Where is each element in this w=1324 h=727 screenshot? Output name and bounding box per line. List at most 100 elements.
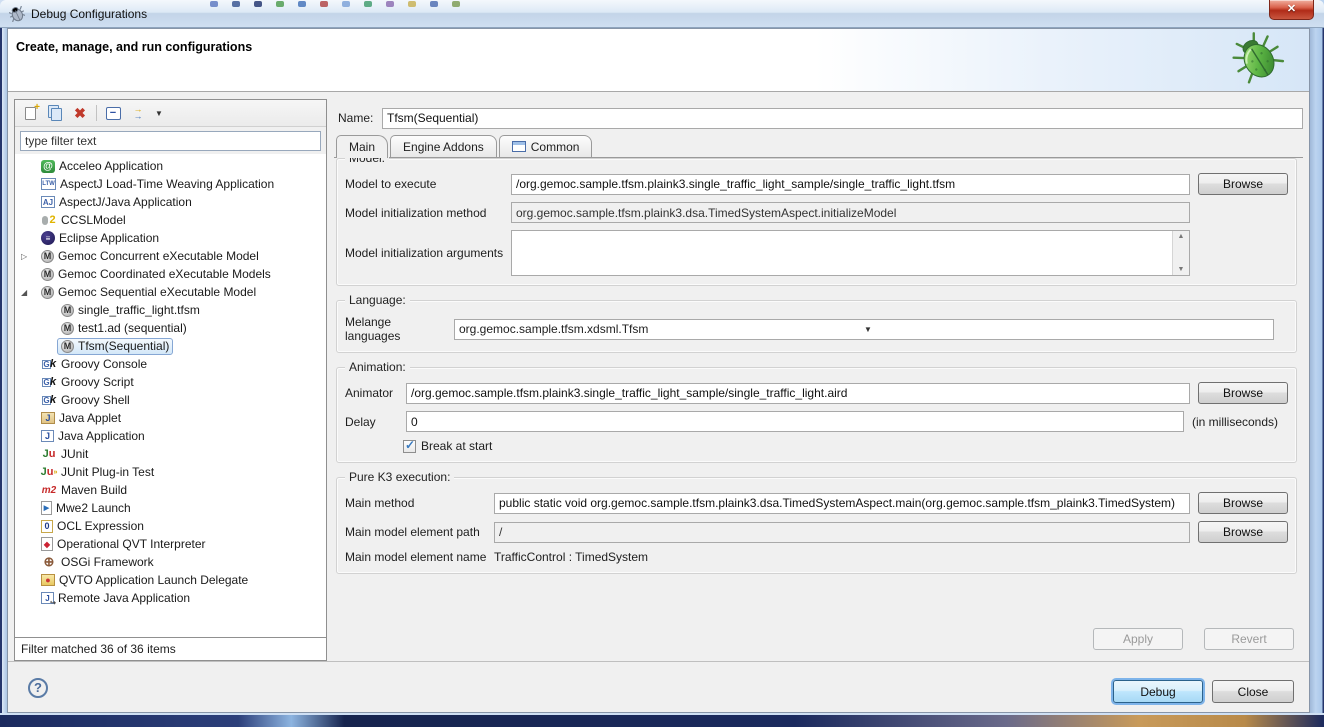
- config-name-input[interactable]: [382, 108, 1303, 129]
- tab-engine-addons[interactable]: Engine Addons: [390, 135, 497, 157]
- help-icon[interactable]: [28, 678, 48, 698]
- main-model-element-name-value: TrafficControl : TimedSystem: [494, 550, 648, 564]
- tree-item[interactable]: Ju»JUnit Plug-in Test: [15, 463, 326, 481]
- tree-item[interactable]: MGemoc Coordinated eXecutable Models: [15, 265, 326, 283]
- tab-common[interactable]: Common: [499, 135, 593, 157]
- tree-item-label: Groovy Shell: [61, 393, 130, 407]
- main-model-element-path-label: Main model element path: [345, 525, 488, 539]
- tree-item-label: Remote Java Application: [58, 591, 190, 605]
- tree-item[interactable]: JJava Applet: [15, 409, 326, 427]
- tree-item[interactable]: Mtest1.ad (sequential): [15, 319, 326, 337]
- tree-item[interactable]: GkGroovy Shell: [15, 391, 326, 409]
- main-method-input[interactable]: [494, 493, 1190, 514]
- qvt-interpreter-icon: ◆: [41, 537, 53, 551]
- debug-bug-image: [1229, 31, 1287, 87]
- ocl-icon: 0: [41, 520, 53, 533]
- revert-button[interactable]: Revert: [1204, 628, 1294, 650]
- tree-item[interactable]: Gk Groovy Script: [15, 373, 326, 391]
- close-button[interactable]: Close: [1212, 680, 1294, 703]
- tree-item[interactable]: 2CCSLModel: [15, 211, 326, 229]
- aspectj-ltw-icon: LTW: [41, 178, 56, 190]
- remote-java-icon: J↪: [41, 592, 54, 604]
- melange-languages-value: org.gemoc.sample.tfsm.xdsml.Tfsm: [459, 322, 864, 336]
- animation-group: Animation: Animator Browse Delay (in mil…: [336, 367, 1297, 463]
- filter-status: Filter matched 36 of 36 items: [15, 637, 326, 660]
- tree-item[interactable]: m2Maven Build: [15, 481, 326, 499]
- tree-item[interactable]: ▶Mwe2 Launch: [15, 499, 326, 517]
- init-args-textarea[interactable]: [511, 230, 1190, 276]
- tree-item-label: Java Application: [58, 429, 145, 443]
- expanded-expander-icon[interactable]: ◢: [21, 288, 37, 297]
- delete-icon[interactable]: [71, 104, 89, 122]
- tree-item[interactable]: GkGroovy Console: [15, 355, 326, 373]
- animator-input[interactable]: [406, 383, 1190, 404]
- filter-dropdown-icon[interactable]: [154, 104, 164, 122]
- tree-item[interactable]: ◢MGemoc Sequential eXecutable Model: [15, 283, 326, 301]
- break-at-start-checkbox[interactable]: [403, 440, 416, 453]
- browse-element-path-button[interactable]: Browse: [1198, 521, 1288, 543]
- tree-item[interactable]: Msingle_traffic_light.tfsm: [15, 301, 326, 319]
- combo-dropdown-icon: [864, 325, 1269, 334]
- delay-input[interactable]: [406, 411, 1184, 432]
- pure-k3-group-title: Pure K3 execution:: [345, 470, 454, 484]
- tab-main[interactable]: Main: [336, 135, 388, 158]
- tree-item-label: single_traffic_light.tfsm: [78, 303, 200, 317]
- groovy-icon: Gk: [41, 375, 57, 390]
- debug-button[interactable]: Debug: [1113, 680, 1203, 703]
- tree-item-label: test1.ad (sequential): [78, 321, 187, 335]
- collapse-all-icon[interactable]: [104, 104, 122, 122]
- common-table-icon: [512, 141, 526, 152]
- tab-bar: Main Engine Addons Common: [334, 135, 1303, 158]
- tree-item[interactable]: AJAspectJ/Java Application: [15, 193, 326, 211]
- tree-item-label: CCSLModel: [61, 213, 126, 227]
- tree-item-label: AspectJ Load-Time Weaving Application: [60, 177, 274, 191]
- type-filter-input[interactable]: [20, 131, 321, 151]
- tree-item[interactable]: ●QVTO Application Launch Delegate: [15, 571, 326, 589]
- dialog-bug-icon: [9, 6, 25, 22]
- textarea-scrollbar[interactable]: [1172, 231, 1189, 275]
- toolbar-separator: [96, 105, 97, 121]
- language-group-title: Language:: [345, 293, 410, 307]
- browse-main-method-button[interactable]: Browse: [1198, 492, 1288, 514]
- close-window-button[interactable]: [1269, 0, 1314, 20]
- tree-item[interactable]: ▷MGemoc Concurrent eXecutable Model: [15, 247, 326, 265]
- main-tab-content: Model: Model to execute Browse Model ini…: [336, 158, 1297, 619]
- filter-launch-configurations-icon[interactable]: [129, 104, 147, 122]
- background-app-icons: [210, 1, 910, 8]
- tree-item[interactable]: @Acceleo Application: [15, 157, 326, 175]
- animator-label: Animator: [345, 386, 400, 400]
- tree-item-label: Java Applet: [59, 411, 121, 425]
- tree-item-label: Eclipse Application: [59, 231, 159, 245]
- tree-item[interactable]: JJava Application: [15, 427, 326, 445]
- init-args-label: Model initialization arguments: [345, 246, 505, 260]
- tree-item[interactable]: ◆Operational QVT Interpreter: [15, 535, 326, 553]
- tab-engine-addons-label: Engine Addons: [403, 140, 484, 154]
- launch-config-sidebar: @Acceleo Application LTW AspectJ Load-Time…: [14, 99, 327, 661]
- name-label: Name:: [338, 111, 382, 125]
- model-to-execute-input[interactable]: [511, 174, 1190, 195]
- duplicate-icon[interactable]: [46, 104, 64, 122]
- apply-button[interactable]: Apply: [1093, 628, 1183, 650]
- gemoc-model-icon: M: [41, 250, 54, 263]
- tree-item-label: OCL Expression: [57, 519, 144, 533]
- tree-item-label: QVTO Application Launch Delegate: [59, 573, 248, 587]
- tree-item[interactable]: JuJUnit: [15, 445, 326, 463]
- tree-item[interactable]: MTfsm(Sequential): [15, 337, 326, 355]
- new-launch-configuration-icon[interactable]: [21, 104, 39, 122]
- tree-item[interactable]: LTW AspectJ Load-Time Weaving Application: [15, 175, 326, 193]
- browse-model-button[interactable]: Browse: [1198, 173, 1288, 195]
- melange-languages-combobox[interactable]: org.gemoc.sample.tfsm.xdsml.Tfsm: [454, 319, 1274, 340]
- maven-icon: m2: [41, 483, 57, 498]
- pure-k3-group: Pure K3 execution: Main method Browse Ma…: [336, 477, 1297, 574]
- dialog-footer: Debug Close: [8, 661, 1309, 712]
- tree-item[interactable]: 0 OCL Expression: [15, 517, 326, 535]
- browse-animator-button[interactable]: Browse: [1198, 382, 1288, 404]
- filter-status-text: Filter matched 36 of 36 items: [21, 642, 176, 656]
- tree-item[interactable]: ≡Eclipse Application: [15, 229, 326, 247]
- tree-item-label: Groovy Console: [61, 357, 147, 371]
- gemoc-model-icon: M: [41, 268, 54, 281]
- tree-item[interactable]: J↪ Remote Java Application: [15, 589, 326, 607]
- collapsed-expander-icon[interactable]: ▷: [21, 252, 37, 261]
- tree-item-label: Groovy Script: [61, 375, 134, 389]
- tree-item[interactable]: ⊕OSGi Framework: [15, 553, 326, 571]
